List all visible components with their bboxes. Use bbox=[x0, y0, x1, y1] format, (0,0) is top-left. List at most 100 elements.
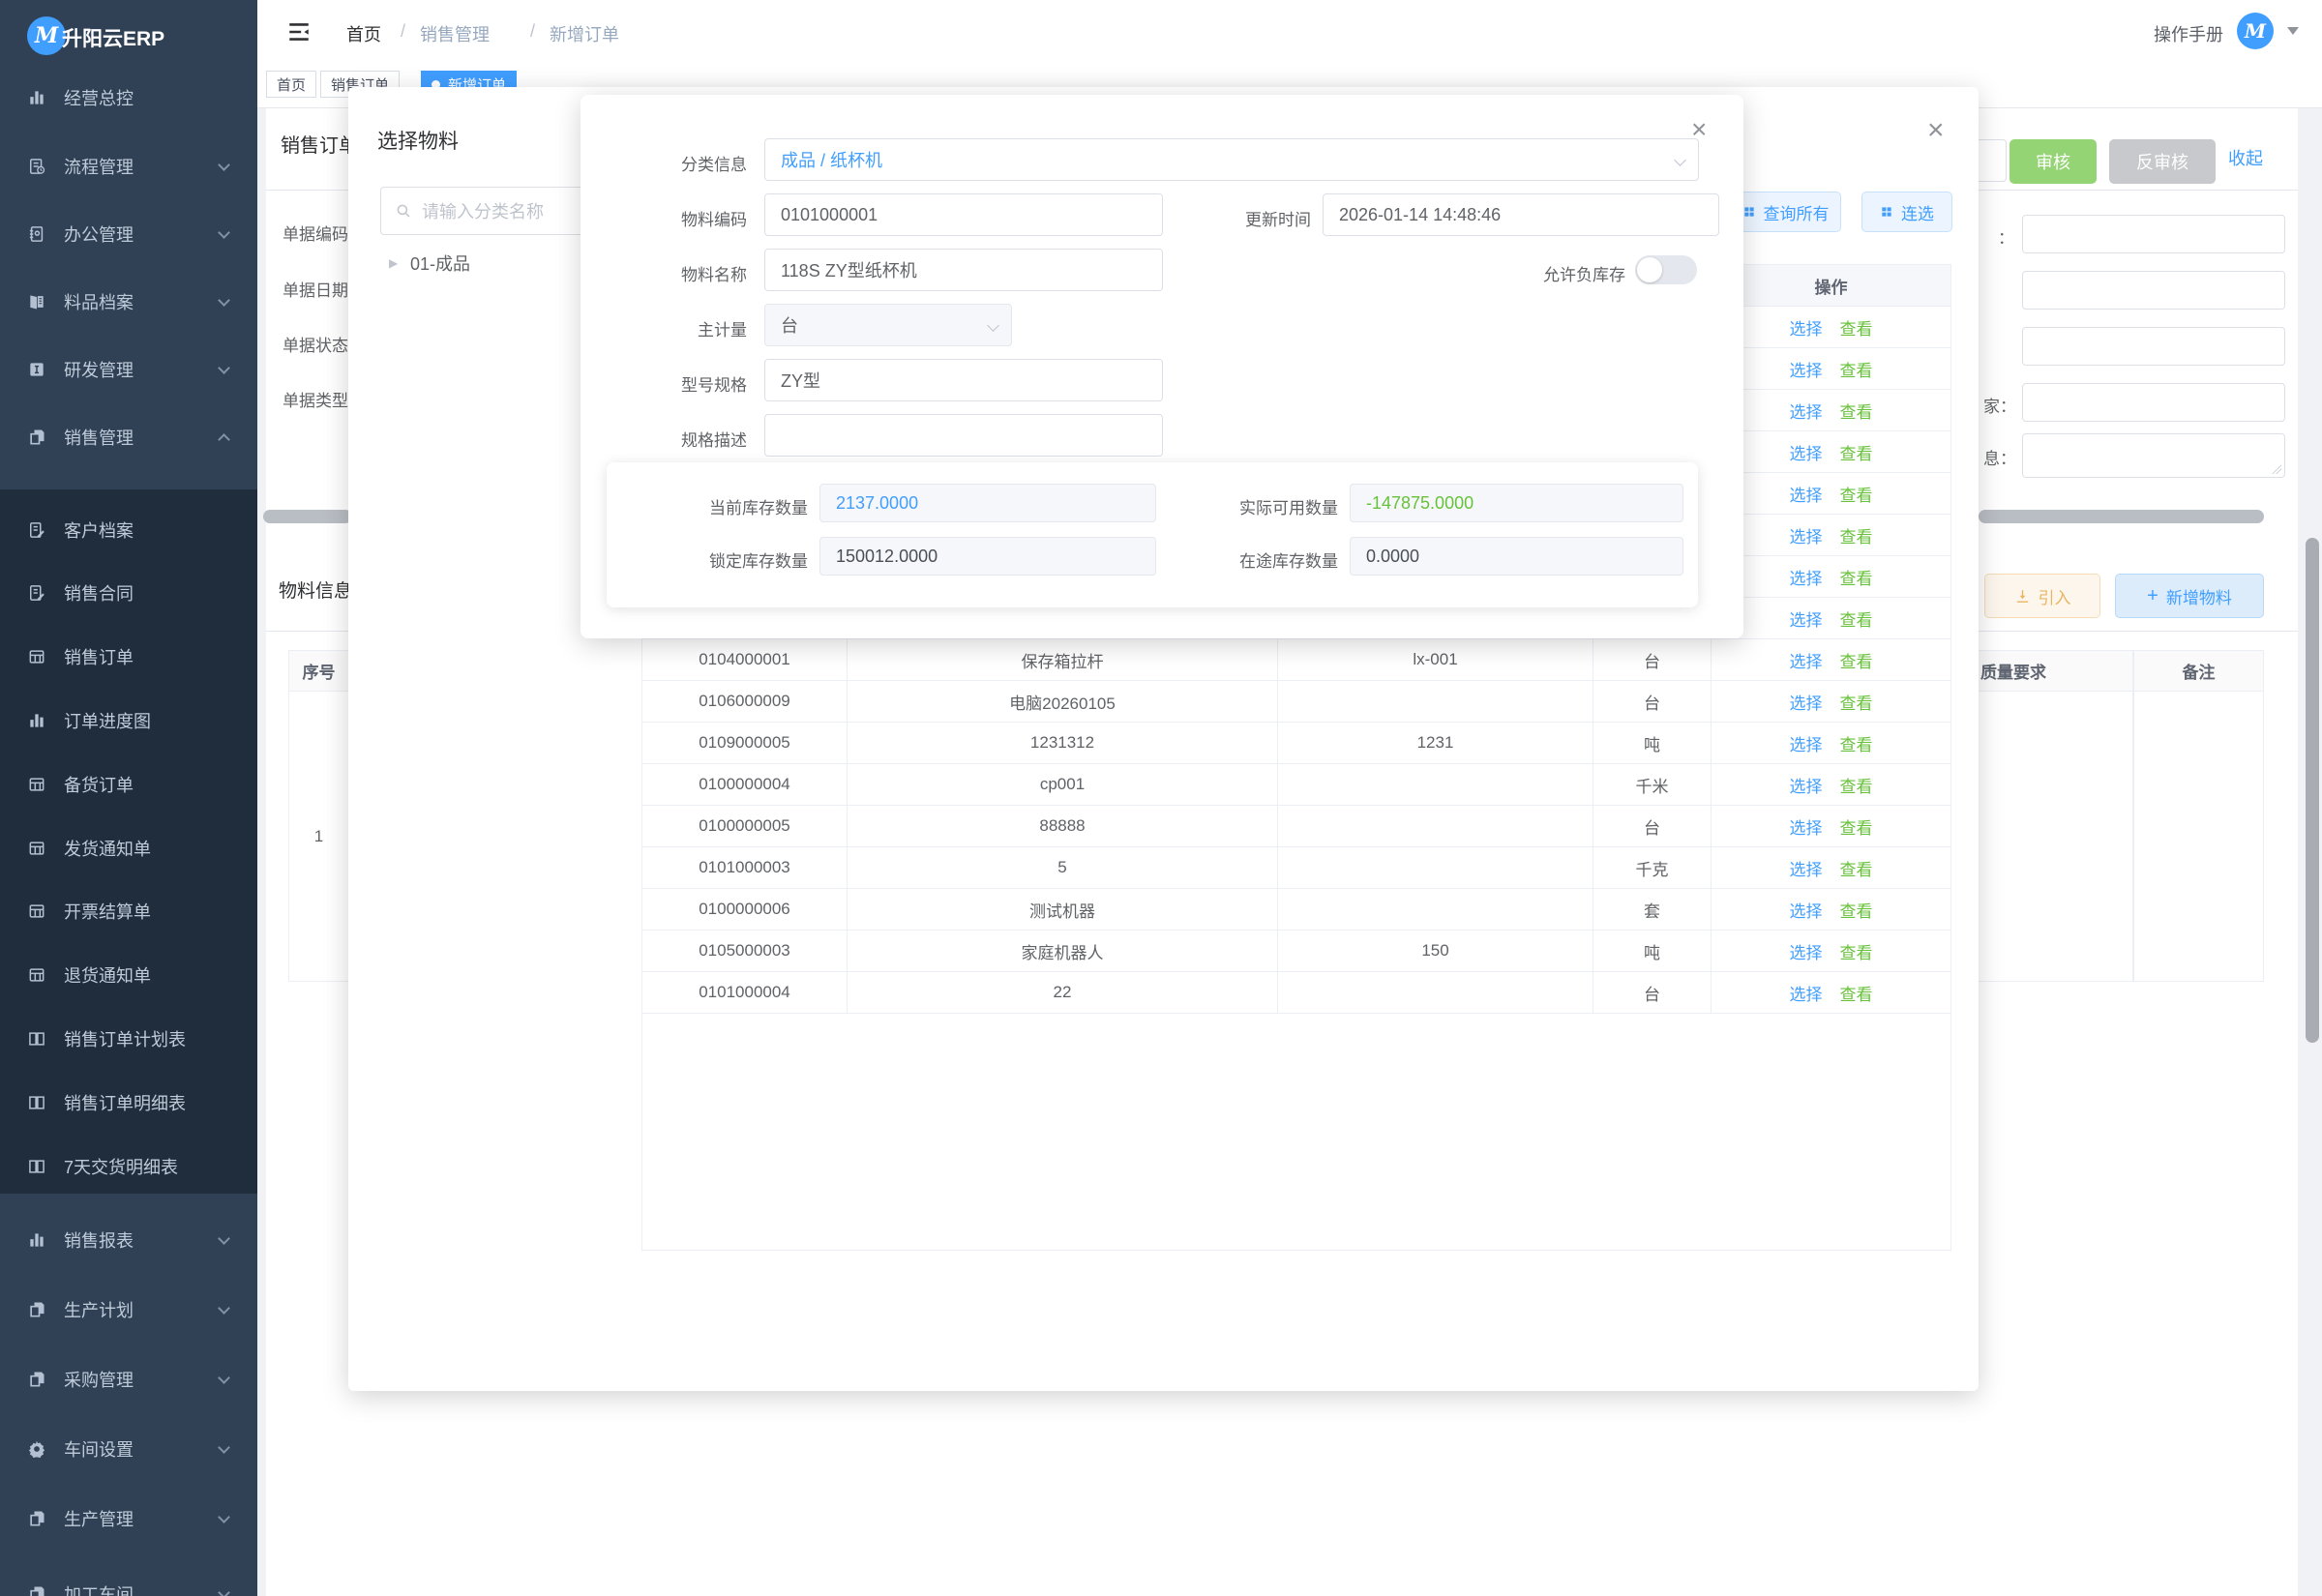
sidebar-item-invoice-settlement[interactable]: 开票结算单 bbox=[0, 879, 257, 943]
audit-button[interactable]: 审核 bbox=[2009, 139, 2097, 184]
select-link[interactable]: 选择 bbox=[1790, 856, 1823, 880]
select-link[interactable]: 选择 bbox=[1790, 523, 1823, 547]
code-input[interactable]: 0101000001 bbox=[764, 193, 1163, 236]
sidebar-item-order-progress-chart[interactable]: 订单进度图 bbox=[0, 689, 257, 753]
view-link[interactable]: 查看 bbox=[1840, 315, 1873, 340]
sidebar-item-workshop-settings[interactable]: 车间设置 bbox=[0, 1414, 257, 1484]
view-link[interactable]: 查看 bbox=[1840, 357, 1873, 381]
select-link[interactable]: 选择 bbox=[1790, 939, 1823, 963]
sidebar-item-delivery-notice[interactable]: 发货通知单 bbox=[0, 816, 257, 880]
unit-select[interactable]: 台 bbox=[764, 304, 1012, 346]
avatar[interactable]: M bbox=[2237, 13, 2274, 49]
sidebar-item-sales-contract[interactable]: 销售合同 bbox=[0, 561, 257, 625]
in-transit-input[interactable]: 0.0000 bbox=[1350, 537, 1683, 576]
name-input[interactable]: 118S ZY型纸杯机 bbox=[764, 249, 1163, 291]
collapse-sidebar-icon[interactable] bbox=[286, 19, 312, 44]
select-link[interactable]: 选择 bbox=[1790, 357, 1823, 381]
sidebar-item-processing-workshop[interactable]: 加工车间 bbox=[0, 1559, 257, 1596]
tab-home[interactable]: 首页 bbox=[266, 71, 316, 98]
horizontal-scrollbar[interactable] bbox=[1979, 510, 2264, 523]
close-icon[interactable]: × bbox=[1927, 116, 1945, 145]
updated-label: 更新时间 bbox=[1146, 206, 1311, 230]
sidebar-item-customer-archives[interactable]: 客户档案 bbox=[0, 498, 257, 562]
sidebar-item-office-management[interactable]: 办公管理 bbox=[0, 199, 257, 269]
sidebar-item-production-plan[interactable]: 生产计划 bbox=[0, 1275, 257, 1345]
updated-input[interactable]: 2026-01-14 14:48:46 bbox=[1323, 193, 1719, 236]
select-link[interactable]: 选择 bbox=[1790, 814, 1823, 839]
import-button[interactable]: 引入 bbox=[1984, 574, 2100, 618]
select-link[interactable]: 选择 bbox=[1790, 482, 1823, 506]
select-link[interactable]: 选择 bbox=[1790, 315, 1823, 340]
select-link[interactable]: 选择 bbox=[1790, 440, 1823, 464]
breadcrumb-home[interactable]: 首页 bbox=[346, 21, 381, 46]
view-link[interactable]: 查看 bbox=[1840, 731, 1873, 755]
sidebar-item-stocking-order[interactable]: 备货订单 bbox=[0, 753, 257, 816]
select-link[interactable]: 选择 bbox=[1790, 898, 1823, 922]
sidebar-item-process-management[interactable]: 流程管理 bbox=[0, 132, 257, 201]
model-input[interactable]: ZY型 bbox=[764, 359, 1163, 401]
sidebar-item-operations-dashboard[interactable]: 经营总控 bbox=[0, 63, 257, 133]
select-link[interactable]: 选择 bbox=[1790, 399, 1823, 423]
form-input-1[interactable] bbox=[2022, 215, 2285, 253]
manual-link[interactable]: 操作手册 bbox=[2154, 21, 2223, 46]
sidebar-item-return-notice[interactable]: 退货通知单 bbox=[0, 943, 257, 1007]
select-link[interactable]: 选择 bbox=[1790, 648, 1823, 672]
view-link[interactable]: 查看 bbox=[1840, 440, 1873, 464]
vertical-scrollbar[interactable] bbox=[2306, 538, 2319, 1043]
sidebar-item-sales-order-plan[interactable]: 销售订单计划表 bbox=[0, 1007, 257, 1071]
query-all-button[interactable]: 查询所有 bbox=[1730, 192, 1841, 232]
sidebar-item-sales-management[interactable]: 销售管理 bbox=[0, 402, 257, 472]
view-link[interactable]: 查看 bbox=[1840, 690, 1873, 714]
select-link[interactable]: 选择 bbox=[1790, 773, 1823, 797]
page-title: 销售订单 bbox=[281, 130, 358, 158]
view-link[interactable]: 查看 bbox=[1840, 523, 1873, 547]
sidebar-item-rd-management[interactable]: 研发管理 bbox=[0, 335, 257, 404]
view-link[interactable]: 查看 bbox=[1840, 399, 1873, 423]
horizontal-scrollbar[interactable] bbox=[263, 510, 352, 523]
select-link[interactable]: 选择 bbox=[1790, 606, 1823, 631]
sidebar-item-sales-order-detail[interactable]: 销售订单明细表 bbox=[0, 1071, 257, 1135]
view-link[interactable]: 查看 bbox=[1840, 606, 1873, 631]
select-link[interactable]: 选择 bbox=[1790, 731, 1823, 755]
chevron-down-icon[interactable] bbox=[2287, 27, 2299, 35]
unaudit-button[interactable]: 反审核 bbox=[2109, 139, 2216, 184]
app-logo[interactable]: M 升阳云ERP bbox=[0, 0, 257, 73]
app-title: 升阳云ERP bbox=[62, 23, 164, 52]
available-input[interactable]: -147875.0000 bbox=[1350, 484, 1683, 522]
view-link[interactable]: 查看 bbox=[1840, 856, 1873, 880]
form-textarea[interactable] bbox=[2022, 433, 2285, 478]
select-link[interactable]: 选择 bbox=[1790, 981, 1823, 1005]
sidebar-item-seven-day-delivery-detail[interactable]: 7天交货明细表 bbox=[0, 1135, 257, 1198]
add-material-button[interactable]: + 新增物料 bbox=[2115, 574, 2264, 618]
view-link[interactable]: 查看 bbox=[1840, 939, 1873, 963]
category-select[interactable]: 成品 / 纸杯机 bbox=[764, 138, 1699, 181]
sidebar-item-purchase-management[interactable]: 采购管理 bbox=[0, 1345, 257, 1414]
allow-negative-toggle[interactable] bbox=[1635, 255, 1697, 284]
sidebar-item-sales-report[interactable]: 销售报表 bbox=[0, 1205, 257, 1275]
form-input-2[interactable] bbox=[2022, 271, 2285, 310]
locked-stock-input[interactable]: 150012.0000 bbox=[819, 537, 1156, 576]
form-input-3[interactable] bbox=[2022, 327, 2285, 366]
view-link[interactable]: 查看 bbox=[1840, 898, 1873, 922]
view-link[interactable]: 查看 bbox=[1840, 482, 1873, 506]
tree-caret-icon[interactable]: ▶ bbox=[389, 256, 398, 270]
collapse-link[interactable]: 收起 bbox=[2228, 145, 2263, 170]
select-link[interactable]: 选择 bbox=[1790, 565, 1823, 589]
view-link[interactable]: 查看 bbox=[1840, 773, 1873, 797]
view-link[interactable]: 查看 bbox=[1840, 648, 1873, 672]
materials-tab[interactable]: 物料信息 bbox=[279, 576, 352, 603]
resize-handle-icon[interactable] bbox=[2272, 464, 2281, 474]
spec-desc-input[interactable] bbox=[764, 414, 1163, 457]
sidebar-item-production-management[interactable]: 生产管理 bbox=[0, 1484, 257, 1553]
view-link[interactable]: 查看 bbox=[1840, 565, 1873, 589]
sidebar-item-material-archives[interactable]: 料品档案 bbox=[0, 267, 257, 337]
select-link[interactable]: 选择 bbox=[1790, 690, 1823, 714]
form-input-4[interactable] bbox=[2022, 383, 2285, 422]
view-link[interactable]: 查看 bbox=[1840, 981, 1873, 1005]
view-link[interactable]: 查看 bbox=[1840, 814, 1873, 839]
plus-icon: + bbox=[2147, 585, 2158, 607]
chain-select-button[interactable]: 连选 bbox=[1861, 192, 1952, 232]
current-stock-input[interactable]: 2137.0000 bbox=[819, 484, 1156, 522]
sidebar-item-sales-order[interactable]: 销售订单 bbox=[0, 625, 257, 689]
tree-node-finished-goods[interactable]: 01-成品 bbox=[410, 251, 470, 276]
